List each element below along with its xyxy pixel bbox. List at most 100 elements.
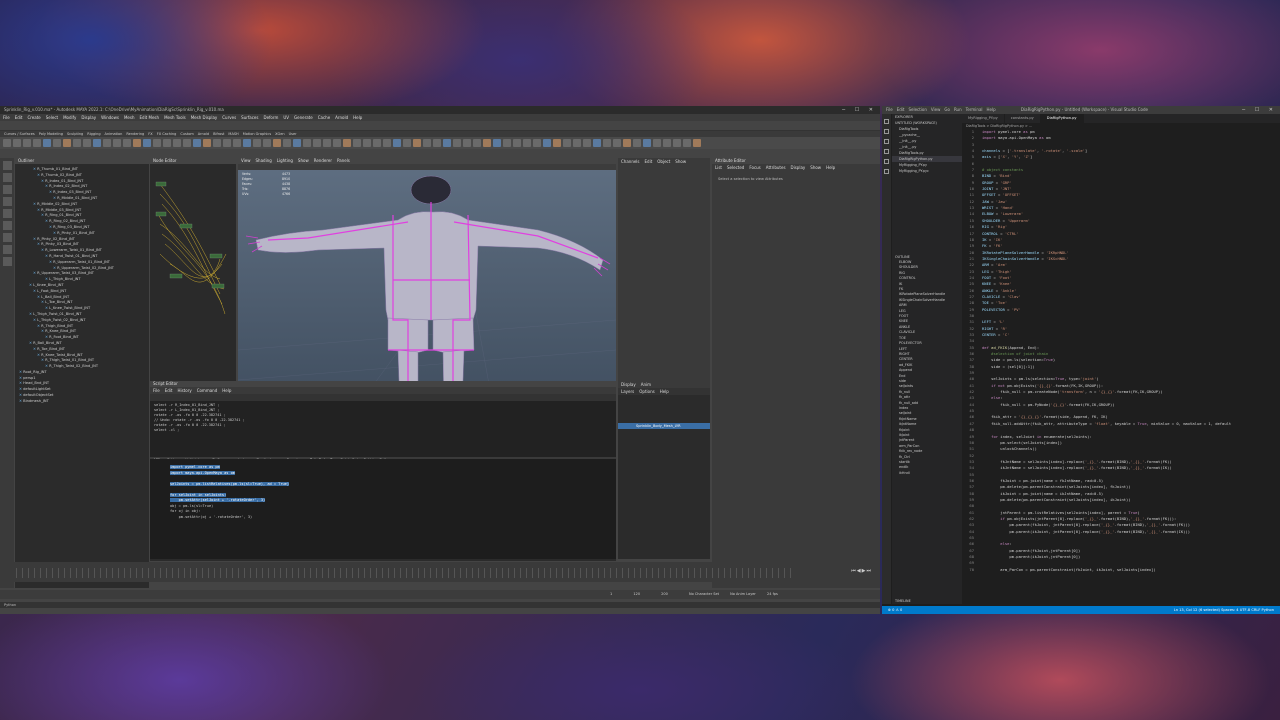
vscode-menu-item[interactable]: Go <box>944 107 950 112</box>
shelf-tool-icon[interactable] <box>53 139 61 147</box>
script-editor-toolbar[interactable] <box>150 394 616 401</box>
shelf-tool-icon[interactable] <box>423 139 431 147</box>
vscode-window-controls[interactable]: ─ ☐ ✕ <box>1242 106 1277 114</box>
menu-item[interactable]: File <box>3 114 10 121</box>
search-icon[interactable] <box>884 129 889 134</box>
shelf-tool-icon[interactable] <box>543 139 551 147</box>
menu-item[interactable]: Generate <box>294 114 313 121</box>
shelf-tool-icon[interactable] <box>483 139 491 147</box>
shelf-tool-icon[interactable] <box>123 139 131 147</box>
shelf-tool-icon[interactable] <box>383 139 391 147</box>
channel-menu-item[interactable]: Edit <box>645 158 653 165</box>
shelf-tool-icon[interactable] <box>283 139 291 147</box>
move-tool-icon[interactable] <box>2 197 12 206</box>
shelf-tool-icon[interactable] <box>413 139 421 147</box>
shelf-tool-icon[interactable] <box>443 139 451 147</box>
menu-item[interactable]: Select <box>46 114 58 121</box>
layer-tab[interactable]: Anim <box>641 381 651 388</box>
shelf-tool-icon[interactable] <box>693 139 701 147</box>
shelf-tool-icon[interactable] <box>33 139 41 147</box>
shelf-tool-icon[interactable] <box>393 139 401 147</box>
shelf-tool-icon[interactable] <box>533 139 541 147</box>
menu-item[interactable]: Cache <box>318 114 330 121</box>
menu-item[interactable]: Edit Mesh <box>140 114 160 121</box>
paint-tool-icon[interactable] <box>2 185 12 194</box>
time-slider[interactable]: ⏮◀▶⏭ <box>0 562 880 582</box>
shelf-tool-icon[interactable] <box>513 139 521 147</box>
problems-count[interactable]: ⊗ 0 ⚠ 0 <box>888 608 902 612</box>
channel-menu-item[interactable]: Show <box>675 158 686 165</box>
shelf-tool-icon[interactable] <box>353 139 361 147</box>
viewport-menu-item[interactable]: Renderer <box>314 158 332 164</box>
attr-menu-item[interactable]: Selected <box>727 164 744 171</box>
attr-menu-item[interactable]: Display <box>791 164 806 171</box>
attr-menu-item[interactable]: Show <box>810 164 821 171</box>
shelf-tool-icon[interactable] <box>43 139 51 147</box>
viewport-menu-item[interactable]: Shading <box>256 158 272 164</box>
maya-status-line[interactable] <box>0 121 880 131</box>
shelf-tool-icon[interactable] <box>313 139 321 147</box>
shelf-tool-icon[interactable] <box>243 139 251 147</box>
shelf-tool-icon[interactable] <box>193 139 201 147</box>
shelf-tool-icon[interactable] <box>133 139 141 147</box>
shelf-tool-icon[interactable] <box>463 139 471 147</box>
shelf-tool-icon[interactable] <box>323 139 331 147</box>
vscode-menu-item[interactable]: Terminal <box>966 107 983 112</box>
playback-controls[interactable]: ⏮◀▶⏭ <box>851 568 872 574</box>
shelf-tool-icon[interactable] <box>663 139 671 147</box>
shelf-tool-icon[interactable] <box>473 139 481 147</box>
shelf-tool-icon[interactable] <box>3 139 11 147</box>
shelf-tool-icon[interactable] <box>153 139 161 147</box>
cursor-info[interactable]: Ln 13, Col 12 (6 selected) Spaces: 4 UTF… <box>1174 606 1274 614</box>
viewport-menu-item[interactable]: Lighting <box>277 158 293 164</box>
fps-setting[interactable]: 24 fps <box>767 592 778 596</box>
menu-item[interactable]: Curves <box>222 114 236 121</box>
menu-item[interactable]: Deform <box>263 114 278 121</box>
shelf-tool-icon[interactable] <box>263 139 271 147</box>
shelf-tab[interactable]: Arnold <box>198 131 209 137</box>
editor-tab[interactable]: DiaRigPython.py <box>1040 114 1084 123</box>
explorer-icon[interactable] <box>884 119 889 124</box>
file-item[interactable]: MyRigging_PY.pyc <box>892 168 962 174</box>
range-slider[interactable]: 1 120 200 No Character Set No Anim Layer… <box>0 590 880 599</box>
shelf-tool-icon[interactable] <box>633 139 641 147</box>
select-tool-icon[interactable] <box>2 161 12 170</box>
attr-menu-item[interactable]: List <box>715 164 722 171</box>
menu-item[interactable]: Surfaces <box>241 114 258 121</box>
viewport-menu-item[interactable]: Panels <box>337 158 350 164</box>
menu-item[interactable]: Mesh Tools <box>164 114 186 121</box>
script-menu-item[interactable]: Edit <box>165 387 173 394</box>
shelf-tool-icon[interactable] <box>673 139 681 147</box>
layout-four-icon[interactable] <box>2 245 12 254</box>
scale-tool-icon[interactable] <box>2 221 12 230</box>
menu-item[interactable]: Modify <box>63 114 76 121</box>
vscode-menu-item[interactable]: View <box>931 107 941 112</box>
timeline-title[interactable]: TIMELINE <box>892 598 911 604</box>
outliner-item[interactable]: ✕ Bindmesh_JNT <box>15 399 149 405</box>
attr-menu-item[interactable]: Attributes <box>766 164 786 171</box>
menu-item[interactable]: Create <box>27 114 40 121</box>
script-menu-item[interactable]: History <box>177 387 191 394</box>
shelf-tool-icon[interactable] <box>493 139 501 147</box>
script-input[interactable]: import pymel.core as pm import maya.api.… <box>150 459 616 559</box>
shelf-tool-icon[interactable] <box>623 139 631 147</box>
vscode-menu-item[interactable]: Selection <box>908 107 926 112</box>
shelf-tool-icon[interactable] <box>363 139 371 147</box>
shelf-tool-icon[interactable] <box>103 139 111 147</box>
layer-tab[interactable]: Display <box>621 381 636 388</box>
anim-layer[interactable]: No Anim Layer <box>730 592 756 596</box>
shelf-tool-icon[interactable] <box>503 139 511 147</box>
shelf-tab[interactable]: XGen <box>275 131 284 137</box>
shelf-tool-icon[interactable] <box>433 139 441 147</box>
shelf-tool-icon[interactable] <box>163 139 171 147</box>
shelf-tool-icon[interactable] <box>273 139 281 147</box>
menu-item[interactable]: Mesh <box>124 114 135 121</box>
shelf-tab[interactable]: Rendering <box>126 131 144 137</box>
extensions-icon[interactable] <box>884 159 889 164</box>
shelf-tool-icon[interactable] <box>143 139 151 147</box>
shelf-tab[interactable]: Animation <box>105 131 123 137</box>
menu-item[interactable]: Windows <box>101 114 119 121</box>
editor-tab[interactable]: constants.py <box>1005 114 1041 123</box>
shelf-tab[interactable]: FX <box>148 131 152 137</box>
range-start[interactable]: 1 <box>610 592 612 596</box>
